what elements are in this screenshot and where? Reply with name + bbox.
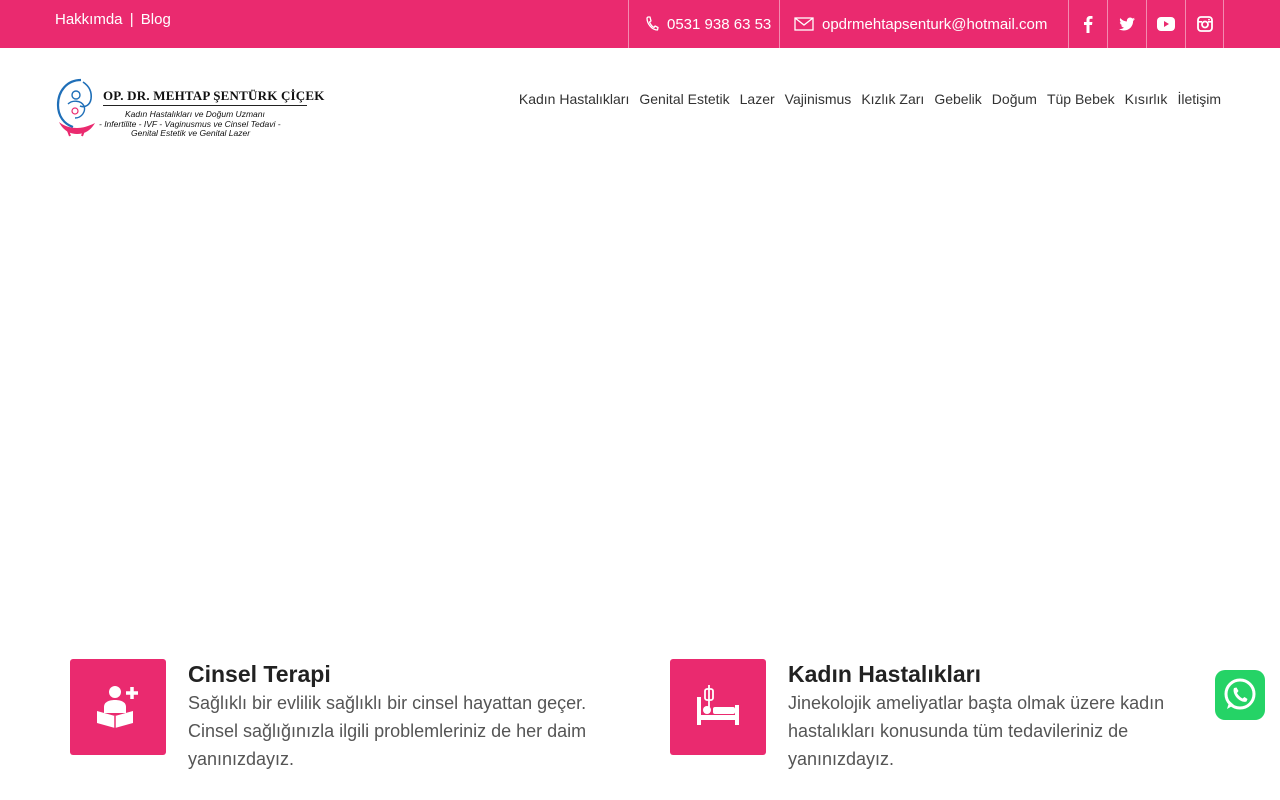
logo-divider — [103, 105, 307, 106]
instagram-link[interactable] — [1185, 0, 1224, 48]
nav-item-kisirlik[interactable]: Kısırlık — [1125, 91, 1168, 107]
blog-link[interactable]: Blog — [141, 11, 171, 28]
youtube-icon — [1157, 17, 1175, 31]
logo-subtitle-1: Kadın Hastalıkları ve Doğum Uzmanı — [125, 109, 265, 119]
feature-cinsel-terapi: Cinsel Terapi Sağlıklı bir evlilik sağlı… — [70, 659, 590, 779]
youtube-link[interactable] — [1146, 0, 1185, 48]
feature-icon-box — [70, 659, 166, 755]
envelope-icon — [794, 17, 814, 31]
feature-description: Jinekolojik ameliyatlar başta olmak üzer… — [788, 693, 1165, 769]
about-link[interactable]: Hakkımda — [55, 11, 123, 28]
nav-item-iletisim[interactable]: İletişim — [1177, 91, 1221, 107]
logo-emblem-icon — [56, 78, 95, 137]
phone-icon — [646, 16, 659, 31]
whatsapp-icon — [1224, 678, 1256, 710]
nav-item-lazer[interactable]: Lazer — [740, 91, 775, 107]
nav-item-vajinismus[interactable]: Vajinismus — [785, 91, 852, 107]
top-bar: Hakkımda | Blog 0531 938 63 53 opdrmehta… — [0, 0, 1280, 48]
twitter-link[interactable] — [1107, 0, 1146, 48]
twitter-icon — [1119, 17, 1135, 31]
feature-icon-box — [670, 659, 766, 755]
hospital-bed-icon — [697, 685, 739, 725]
facebook-icon — [1084, 16, 1093, 33]
instagram-icon — [1196, 16, 1213, 32]
main-nav: Kadın Hastalıkları Genital Estetik Lazer… — [509, 91, 1221, 107]
nav-item-tup-bebek[interactable]: Tüp Bebek — [1047, 91, 1115, 107]
site-logo[interactable]: OP. DR. MEHTAP ŞENTÜRK ÇİÇEK Kadın Hasta… — [55, 78, 325, 140]
logo-subtitle-3: Genital Estetik ve Genital Lazer — [131, 128, 251, 138]
feature-title: Cinsel Terapi — [188, 661, 331, 687]
nav-item-kadin-hastaliklari[interactable]: Kadın Hastalıkları — [519, 91, 630, 107]
phone-number: 0531 938 63 53 — [667, 15, 772, 33]
top-links: Hakkımda | Blog — [55, 11, 171, 28]
feature-kadin-hastaliklari: Kadın Hastalıkları Jinekolojik ameliyatl… — [670, 659, 1190, 779]
facebook-link[interactable] — [1068, 0, 1107, 48]
email-contact[interactable]: opdrmehtapsenturk@hotmail.com — [779, 0, 1069, 48]
nav-item-genital-estetik[interactable]: Genital Estetik — [639, 91, 729, 107]
nav-item-dogum[interactable]: Doğum — [992, 91, 1037, 107]
reading-person-icon — [97, 686, 138, 728]
logo-title: OP. DR. MEHTAP ŞENTÜRK ÇİÇEK — [103, 88, 325, 103]
whatsapp-button[interactable] — [1215, 670, 1265, 720]
feature-description: Sağlıklı bir evlilik sağlıklı bir cinsel… — [188, 693, 587, 769]
nav-item-kizlik-zari[interactable]: Kızlık Zarı — [861, 91, 924, 107]
top-links-separator: | — [129, 11, 134, 28]
phone-contact[interactable]: 0531 938 63 53 — [628, 0, 780, 48]
email-address: opdrmehtapsenturk@hotmail.com — [822, 15, 1048, 33]
nav-item-gebelik[interactable]: Gebelik — [934, 91, 981, 107]
feature-title: Kadın Hastalıkları — [788, 661, 982, 687]
